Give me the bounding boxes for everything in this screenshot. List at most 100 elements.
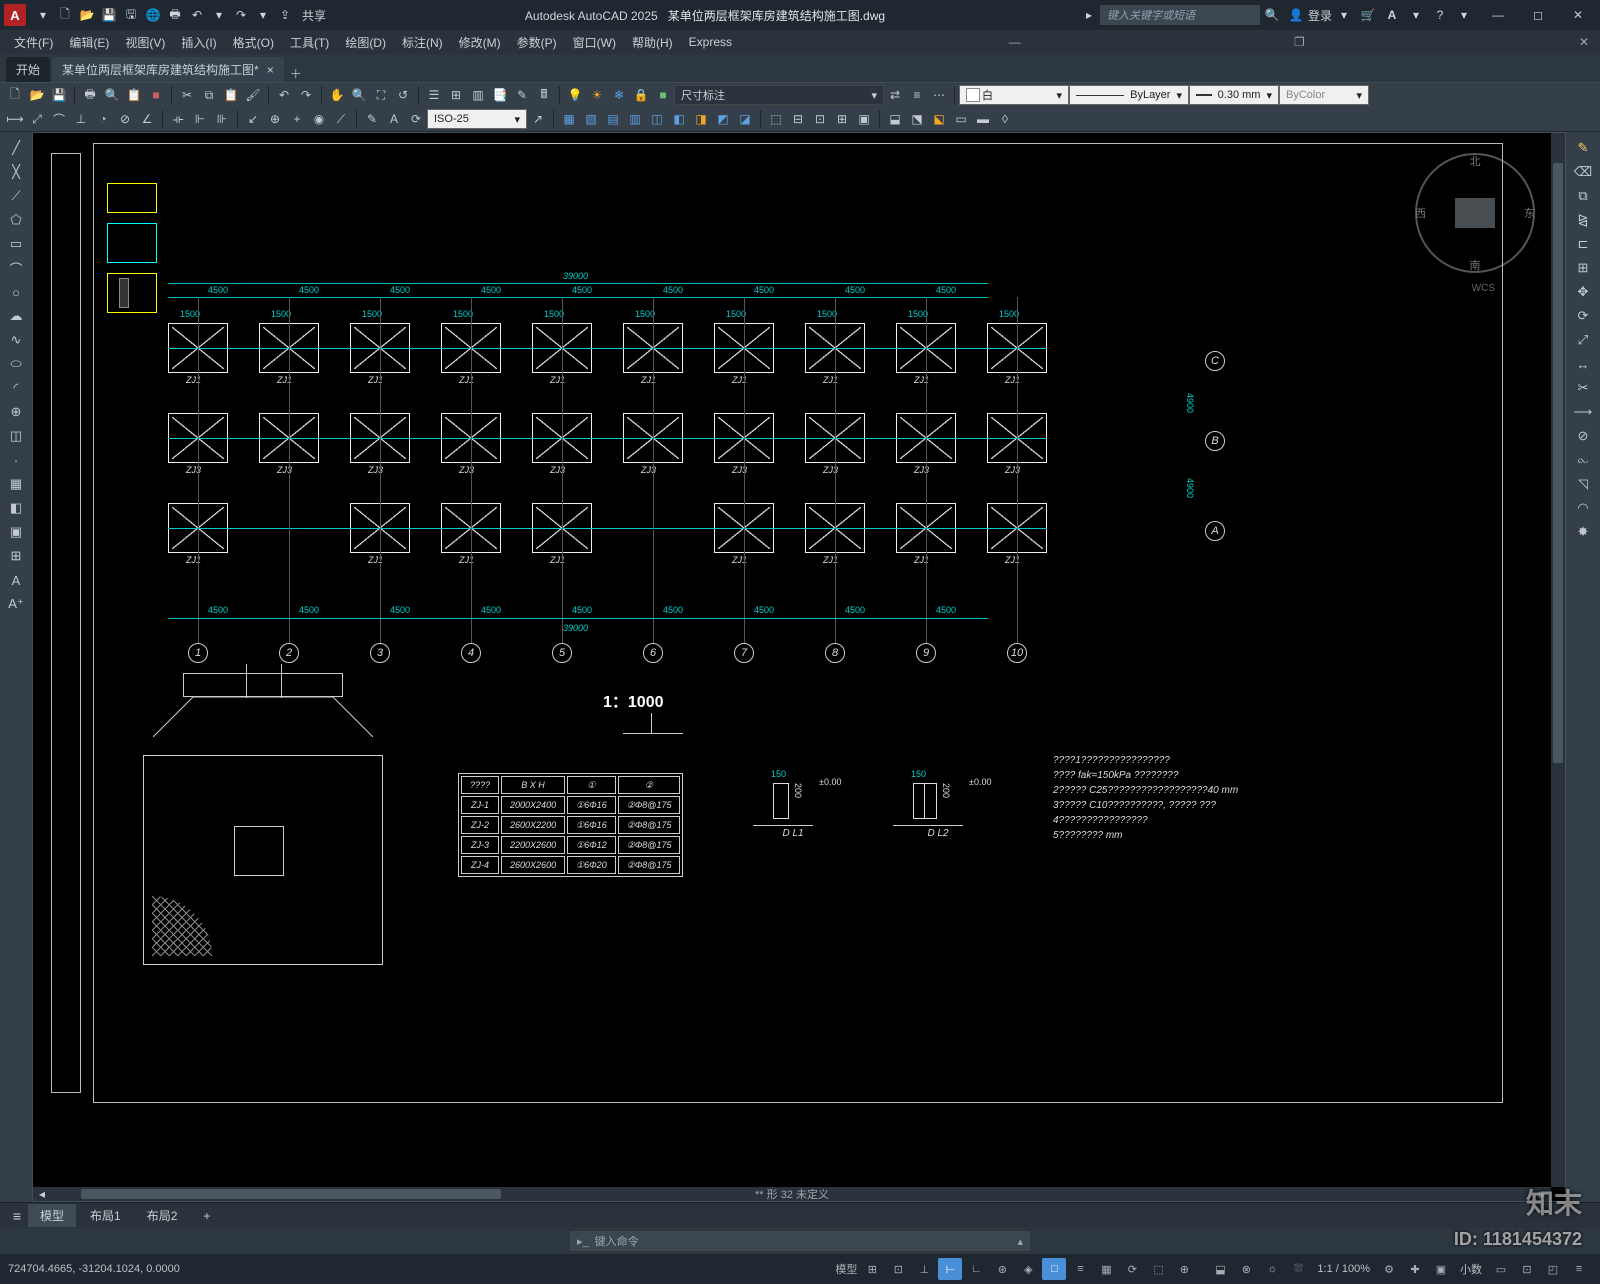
cyc-icon[interactable]: ⟳: [1120, 1258, 1144, 1280]
hscrollbar[interactable]: ◂ ** 形 32 未定义 ▸: [33, 1187, 1551, 1201]
window-minimize[interactable]: —: [1480, 3, 1516, 27]
tb-n-icon[interactable]: ▣: [855, 110, 873, 128]
jog-icon[interactable]: ⟋: [332, 110, 350, 128]
chevron-down-icon[interactable]: ▾: [1334, 5, 1354, 25]
snap-icon[interactable]: ⊡: [886, 1258, 910, 1280]
sb-a-icon[interactable]: ⬓: [1208, 1258, 1232, 1280]
qat-new-icon[interactable]: 🗋: [56, 6, 74, 24]
tb-r-icon[interactable]: ▭: [952, 110, 970, 128]
open-icon[interactable]: 📂: [28, 86, 46, 104]
pencil-icon[interactable]: ✎: [1571, 137, 1595, 159]
layer-freeze-icon[interactable]: ❄: [610, 86, 628, 104]
dim-update-icon[interactable]: ⟳: [407, 110, 425, 128]
menu-modify[interactable]: 修改(M): [451, 30, 509, 54]
chamfer-icon[interactable]: ◹: [1571, 473, 1595, 495]
sb-menu-icon[interactable]: ≡: [1567, 1258, 1591, 1280]
dim-aligned-icon[interactable]: ⤢: [28, 110, 46, 128]
units[interactable]: 小数: [1460, 1261, 1482, 1277]
menu-file[interactable]: 文件(F): [6, 30, 61, 54]
qat-plot-icon[interactable]: 🖶: [166, 6, 184, 24]
tb-a-icon[interactable]: ▦: [560, 110, 578, 128]
layer-lock-icon[interactable]: 🔒: [632, 86, 650, 104]
xline-icon[interactable]: ╳: [4, 161, 28, 183]
rotate-icon[interactable]: ⟳: [1571, 305, 1595, 327]
tb-h-icon[interactable]: ◩: [714, 110, 732, 128]
dc-icon[interactable]: ⊞: [447, 86, 465, 104]
layer-states-icon[interactable]: ≡: [908, 86, 926, 104]
menu-restore-icon[interactable]: ❐: [1289, 32, 1309, 52]
publish-icon[interactable]: 📋: [125, 86, 143, 104]
trim-icon[interactable]: ✂: [1571, 377, 1595, 399]
dy-icon[interactable]: ⊕: [1172, 1258, 1196, 1280]
menu-min-icon[interactable]: —: [1005, 32, 1025, 52]
line-icon[interactable]: ╱: [4, 137, 28, 159]
erase-icon[interactable]: ⌫: [1571, 161, 1595, 183]
dim-cont-icon[interactable]: ⊪: [213, 110, 231, 128]
layer-sun-icon[interactable]: ☀: [588, 86, 606, 104]
undo-icon[interactable]: ↶: [275, 86, 293, 104]
apps-icon[interactable]: A: [1382, 5, 1402, 25]
copy-icon[interactable]: ⧉: [1571, 185, 1595, 207]
gradient-icon[interactable]: ◧: [4, 497, 28, 519]
tb-k-icon[interactable]: ⊟: [789, 110, 807, 128]
qat-dd-icon[interactable]: ▾: [210, 6, 228, 24]
table-icon[interactable]: ⊞: [4, 545, 28, 567]
polar-icon[interactable]: ⊛: [990, 1258, 1014, 1280]
tb-m-icon[interactable]: ⊞: [833, 110, 851, 128]
tab-model[interactable]: 模型: [28, 1204, 76, 1227]
sb-e-icon[interactable]: ✚: [1403, 1258, 1427, 1280]
tp-icon[interactable]: ▥: [469, 86, 487, 104]
new-icon[interactable]: 🗋: [6, 86, 24, 104]
center-icon[interactable]: +: [288, 110, 306, 128]
sb-i-icon[interactable]: ◰: [1541, 1258, 1565, 1280]
menu-edit[interactable]: 编辑(E): [61, 30, 117, 54]
lw-icon[interactable]: ≡: [1068, 1258, 1092, 1280]
sb-g-icon[interactable]: ▭: [1489, 1258, 1513, 1280]
window-close[interactable]: ✕: [1560, 3, 1596, 27]
tol-icon[interactable]: ⊕: [266, 110, 284, 128]
menu-tools[interactable]: 工具(T): [282, 30, 337, 54]
qat-open-icon[interactable]: 📂: [78, 6, 96, 24]
layer-more-icon[interactable]: ⋯: [930, 86, 948, 104]
scale-icon[interactable]: ⤢: [1571, 329, 1595, 351]
fillet-icon[interactable]: ◠: [1571, 497, 1595, 519]
dim-edit-icon[interactable]: ✎: [363, 110, 381, 128]
sb-f-icon[interactable]: ▣: [1429, 1258, 1453, 1280]
export-icon[interactable]: ■: [147, 86, 165, 104]
3d-icon[interactable]: ⬚: [1146, 1258, 1170, 1280]
tb-s-icon[interactable]: ▬: [974, 110, 992, 128]
insert-icon[interactable]: ⊕: [4, 401, 28, 423]
tb-t-icon[interactable]: ◊: [996, 110, 1014, 128]
menu-close-icon[interactable]: ✕: [1574, 32, 1594, 52]
tb-i-icon[interactable]: ◪: [736, 110, 754, 128]
layer-icon[interactable]: 💡: [566, 86, 584, 104]
region-icon[interactable]: ▣: [4, 521, 28, 543]
preview-icon[interactable]: 🔍: [103, 86, 121, 104]
addsel-icon[interactable]: A⁺: [4, 593, 28, 615]
infer-icon[interactable]: ⊥: [912, 1258, 936, 1280]
dim-tedit-icon[interactable]: A: [385, 110, 403, 128]
lineweight-combo[interactable]: 0.30 mm▾: [1189, 85, 1279, 105]
menu-express[interactable]: Express: [681, 30, 740, 54]
menu-window[interactable]: 窗口(W): [565, 30, 624, 54]
polygon-icon[interactable]: ⬠: [4, 209, 28, 231]
ssm-icon[interactable]: 📑: [491, 86, 509, 104]
tb-g-icon[interactable]: ◨: [692, 110, 710, 128]
revcloud-icon[interactable]: ☁: [4, 305, 28, 327]
dim-rad-icon[interactable]: ◔: [94, 110, 112, 128]
dimstyle-combo[interactable]: 尺寸标注▾: [674, 85, 884, 105]
qat-dd-icon[interactable]: ▾: [254, 6, 272, 24]
sb-b-icon[interactable]: ⊗: [1234, 1258, 1258, 1280]
cut-icon[interactable]: ✂: [178, 86, 196, 104]
redo-icon[interactable]: ↷: [297, 86, 315, 104]
mirror-icon[interactable]: ⧎: [1571, 209, 1595, 231]
tb-c-icon[interactable]: ▤: [604, 110, 622, 128]
help-icon[interactable]: ?: [1430, 5, 1450, 25]
pan-icon[interactable]: ✋: [328, 86, 346, 104]
break-icon[interactable]: ⊘: [1571, 425, 1595, 447]
join-icon[interactable]: ⧜: [1571, 449, 1595, 471]
tb-b-icon[interactable]: ▧: [582, 110, 600, 128]
dim-arc-icon[interactable]: ⌒: [50, 110, 68, 128]
iso-icon[interactable]: ◈: [1016, 1258, 1040, 1280]
extend-icon[interactable]: ⟶: [1571, 401, 1595, 423]
